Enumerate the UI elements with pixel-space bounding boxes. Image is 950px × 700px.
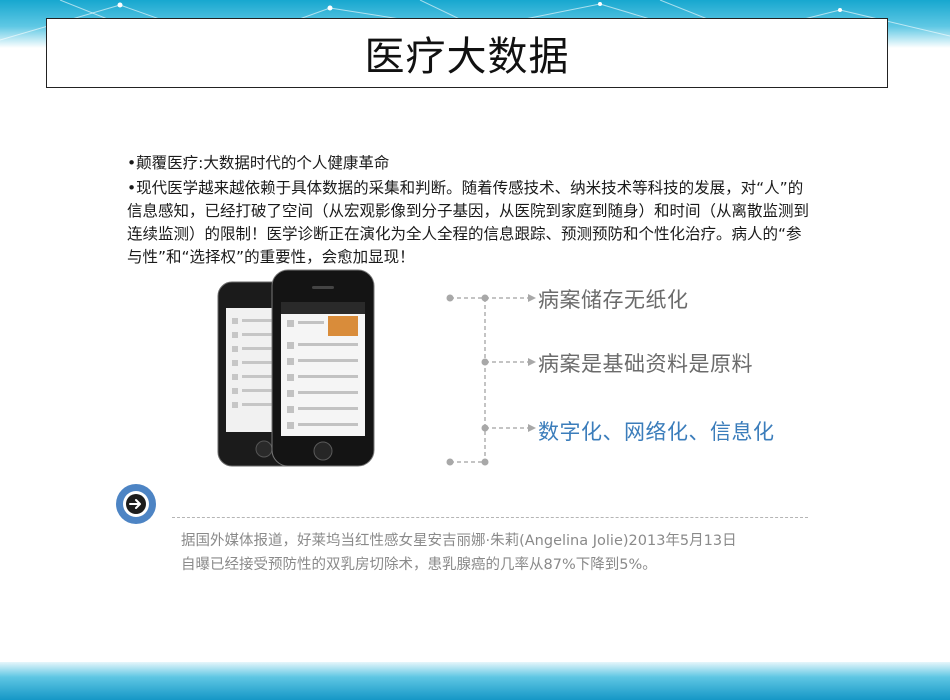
note-line: 自曝已经接受预防性的双乳房切除术，患乳腺癌的几率从87%下降到5%。 (181, 557, 657, 573)
item-records-basic-data: 病案是基础资料是原料 (538, 352, 753, 376)
arrow-right-icon (129, 499, 141, 509)
bullet-item: •颠覆医疗:大数据时代的个人健康革命 (127, 154, 390, 172)
title-box: 医疗大数据 (46, 18, 888, 88)
slide: 医疗大数据 •颠覆医疗:大数据时代的个人健康革命 •现代医学越来越依赖于具体数据… (0, 0, 950, 700)
item-paperless-records: 病案储存无纸化 (538, 288, 689, 312)
connector-diagram (446, 294, 536, 466)
bullet-list: •颠覆医疗:大数据时代的个人健康革命 •现代医学越来越依赖于具体数据的采集和判断… (127, 152, 817, 271)
bottom-banner (0, 662, 950, 700)
news-note: 据国外媒体报道，好莱坞当红性感女星安吉丽娜·朱莉(Angelina Jolie)… (181, 529, 821, 577)
slide-title: 医疗大数据 (364, 34, 570, 80)
note-line: 据国外媒体报道，好莱坞当红性感女星安吉丽娜·朱莉(Angelina Jolie)… (181, 533, 737, 549)
bullet-item: •现代医学越来越依赖于具体数据的采集和判断。随着传感技术、纳米技术等科技的发展，… (127, 179, 810, 266)
item-digitization: 数字化、网络化、信息化 (538, 420, 775, 444)
divider (172, 517, 808, 518)
arrow-right-circle-icon[interactable] (116, 484, 156, 524)
smartphones-image (217, 269, 375, 467)
